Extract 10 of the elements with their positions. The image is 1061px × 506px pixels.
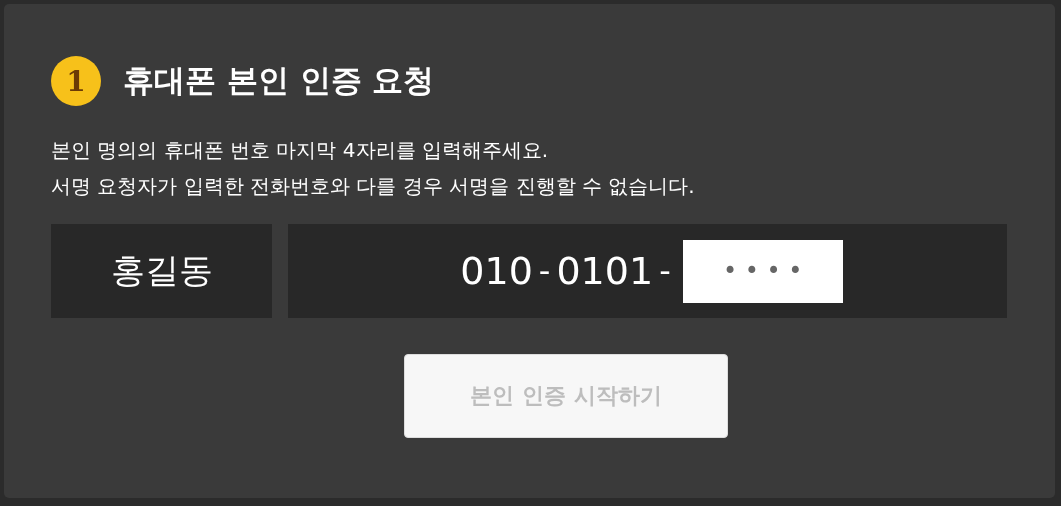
- phone-separator: -: [659, 252, 671, 290]
- phone-middle: 0101: [556, 249, 654, 293]
- phone-separator: -: [538, 252, 551, 290]
- description-text: 본인 명의의 휴대폰 번호 마지막 4자리를 입력해주세요.: [51, 137, 550, 164]
- name-display: 홍길동: [51, 224, 272, 318]
- last-digits-field[interactable]: • • • •: [682, 239, 843, 303]
- phone-prefix: 010: [460, 249, 533, 293]
- description-text: 서명 요청자가 입력한 전화번호와 다를 경우 서명을 진행할 수 없습니다.: [51, 173, 696, 200]
- section-title: 휴대폰 본인 인증 요청: [123, 61, 435, 100]
- step-badge: 1: [51, 56, 101, 106]
